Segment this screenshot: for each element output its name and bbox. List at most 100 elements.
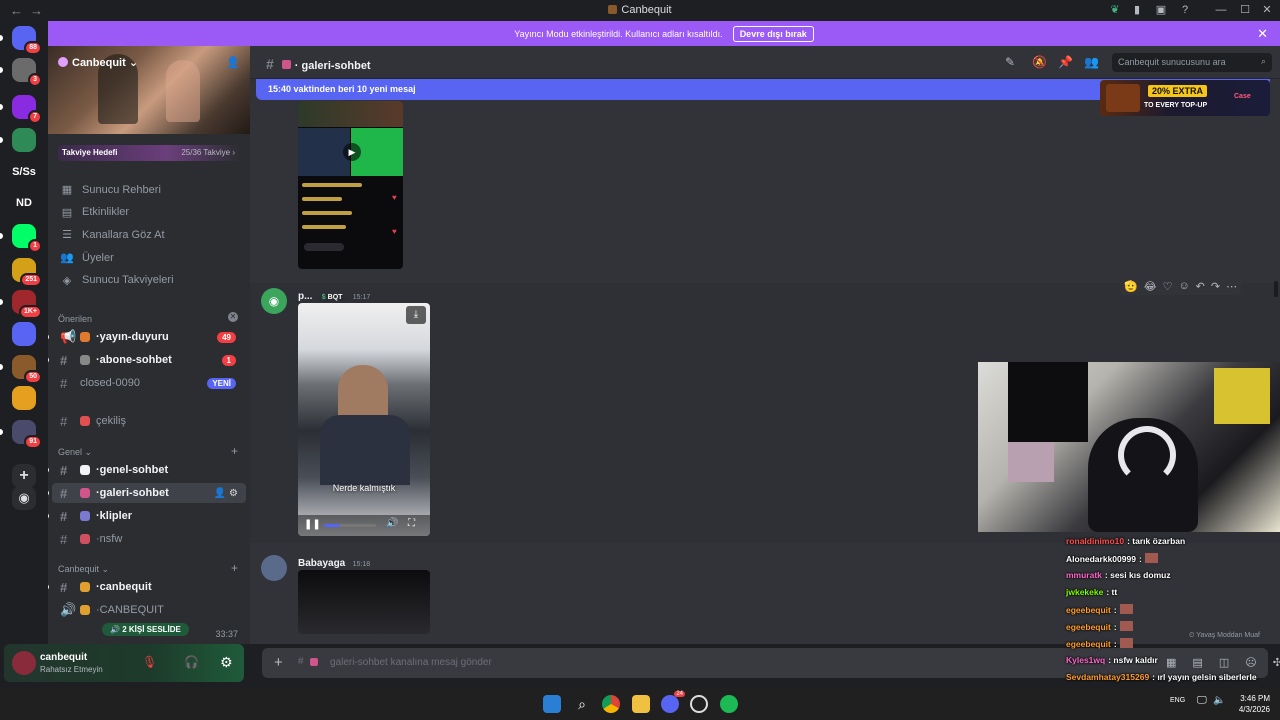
fullscreen-icon[interactable]: ⛶ — [408, 518, 415, 529]
file-explorer-icon[interactable] — [632, 695, 650, 713]
pause-icon[interactable]: ❚❚ — [304, 519, 321, 530]
add-reaction-icon[interactable]: ☺ — [1178, 280, 1189, 293]
channel-general[interactable]: # · nsfw — [52, 529, 246, 549]
volume-icon[interactable]: 🔊 — [386, 518, 398, 529]
maximize-icon[interactable]: ☐ — [1236, 2, 1254, 18]
voice-members-pill[interactable]: 🔊 2 KİŞİ SESLİDE — [102, 623, 189, 636]
guild-icon[interactable]: 3 — [12, 58, 42, 87]
reaction-laugh-icon[interactable]: 😂 — [1144, 280, 1157, 293]
guild-icon[interactable]: 50 — [12, 355, 42, 384]
inbox-icon[interactable]: ▣ — [1152, 2, 1170, 18]
avatar[interactable]: ◉ — [261, 288, 287, 314]
nitro-leaf-icon[interactable]: ❦ — [1106, 2, 1124, 18]
guild-icon[interactable]: S/Ss — [12, 160, 36, 184]
channel-suggested[interactable]: 📢 · yayın-duyuru 49 — [52, 327, 246, 347]
spotify-icon[interactable] — [720, 695, 738, 713]
mention-badge: 1 — [28, 239, 42, 253]
discover-icon[interactable]: ◉ — [12, 486, 36, 510]
add-channel-icon[interactable]: + — [231, 561, 238, 575]
server-menu-item[interactable]: 👥 Üyeler — [60, 251, 114, 265]
server-menu-item[interactable]: ☰ Kanallara Göz At — [60, 228, 165, 242]
unread-indicator — [48, 513, 49, 519]
more-options-icon[interactable]: ⋯ — [1226, 280, 1237, 293]
guild-icon[interactable] — [12, 322, 36, 346]
channel-suggested[interactable]: # · abone-sohbet 1 — [52, 350, 246, 370]
server-menu-item[interactable]: ▤ Etkinlikler — [60, 206, 129, 219]
forward-icon[interactable]: ↷ — [1211, 280, 1220, 293]
channel-canbequit[interactable]: # · canbequit — [52, 577, 246, 597]
guild-icon[interactable]: ND — [12, 191, 36, 215]
user-name[interactable]: canbequit — [40, 652, 87, 663]
boost-goal-bar[interactable]: Takviye Hedefi 25/36 Takviye › — [58, 145, 241, 161]
category-general[interactable]: Genel ⌄ — [58, 447, 92, 458]
message-author[interactable]: p... — [298, 291, 312, 302]
windows-start-icon[interactable] — [543, 695, 561, 713]
minimize-icon[interactable]: — — [1212, 2, 1230, 18]
video-progress-track[interactable] — [324, 524, 376, 527]
channel-general[interactable]: # · galeri-sohbet 👤 ⚙ — [52, 483, 246, 503]
mute-mic-icon[interactable]: 🎙 — [142, 655, 157, 669]
channel-canbequit[interactable]: 🔊 · CANBEQUIT — [52, 600, 246, 620]
close-banner-icon[interactable]: ✕ — [1257, 26, 1268, 42]
scrollbar-thumb[interactable] — [1274, 281, 1278, 297]
attach-plus-icon[interactable]: + — [274, 654, 283, 671]
obs-icon[interactable] — [690, 695, 708, 713]
channel-settings-icon[interactable]: 👤 ⚙ — [214, 488, 238, 499]
dismiss-suggested-icon[interactable]: ✕ — [228, 312, 238, 322]
image-attachment[interactable]: ▶ ♥ ♥ — [298, 101, 403, 269]
headphones-icon[interactable]: 🎧 — [184, 655, 199, 669]
reaction-salute-icon[interactable]: 🫡 — [1124, 280, 1138, 293]
pin-icon[interactable]: 📌 — [1058, 55, 1073, 69]
guild-label: ND — [16, 197, 32, 209]
video-attachment[interactable] — [298, 570, 430, 634]
guild-icon[interactable]: 1 — [12, 224, 42, 253]
guild-icon[interactable]: 91 — [12, 420, 42, 449]
add-channel-icon[interactable]: + — [231, 444, 238, 458]
chrome-icon[interactable] — [602, 695, 620, 713]
channel-suggested[interactable]: # closed-0090 YENİ — [52, 373, 246, 393]
close-window-icon[interactable]: ✕ — [1258, 2, 1276, 18]
guild-icon[interactable] — [12, 128, 36, 152]
help-icon[interactable]: ? — [1176, 2, 1194, 18]
guild-icon[interactable]: 251 — [12, 258, 42, 287]
download-icon[interactable]: ⤓ — [406, 306, 426, 324]
chat-text: : — [1113, 639, 1117, 649]
network-icon[interactable]: 🖵 — [1197, 695, 1207, 706]
disable-streamer-mode-button[interactable]: Devre dışı bırak — [732, 25, 814, 42]
message-author[interactable]: Babayaga — [298, 558, 345, 569]
server-name[interactable]: Canbequit ⌄ — [58, 56, 138, 69]
guild-icon[interactable]: 7 — [12, 95, 42, 124]
reaction-heart-icon[interactable]: ♡ — [1163, 280, 1173, 293]
invite-people-icon[interactable]: 👤 — [226, 56, 240, 69]
reply-icon[interactable]: ↶ — [1196, 280, 1205, 293]
threads-icon[interactable]: ✎ — [1005, 55, 1015, 69]
notifications-off-icon[interactable]: 🔕 — [1032, 55, 1047, 69]
language-indicator[interactable]: ENG — [1170, 697, 1185, 704]
category-canbequit[interactable]: Canbequit ⌄ — [58, 564, 109, 575]
server-menu-item[interactable]: ◈ Sunucu Takviyeleri — [60, 274, 174, 287]
system-clock[interactable]: 3:46 PM 4/3/2026 — [1239, 693, 1270, 715]
channel-general[interactable]: # · genel-sohbet — [52, 460, 246, 480]
bookmark-icon[interactable]: ▮ — [1128, 2, 1146, 18]
search-icon[interactable]: ⌕ — [573, 695, 591, 713]
discord-taskbar-icon[interactable]: 24 — [661, 691, 685, 713]
settings-gear-icon[interactable]: ⚙ — [220, 654, 233, 671]
guild-icon[interactable]: 1K+ — [12, 290, 42, 319]
input-placeholder: galeri-sohbet kanalına mesaj gönder — [330, 657, 492, 668]
avatar[interactable] — [261, 555, 287, 581]
members-list-icon[interactable]: 👥 — [1084, 55, 1099, 69]
server-menu-item[interactable]: ▦ Sunucu Rehberi — [60, 183, 161, 197]
ad-banner[interactable]: 20% EXTRA TO EVERY TOP-UP Case — [1100, 80, 1270, 116]
channel-general[interactable]: # · klipler — [52, 506, 246, 526]
avatar[interactable] — [12, 651, 36, 675]
video-attachment[interactable]: ⤓ Nerde kalmıştık ❚❚ 🔊 ⛶ — [298, 303, 430, 536]
guild-icon[interactable]: 88 — [12, 26, 42, 55]
play-icon[interactable]: ▶ — [343, 143, 361, 161]
category-suggested[interactable]: Önerilen — [58, 314, 92, 324]
channel-cekilis[interactable]: # çekiliş — [52, 411, 246, 431]
volume-icon[interactable]: 🔈 — [1213, 695, 1225, 706]
channel-label: abone-sohbet — [99, 354, 172, 366]
add-server-icon[interactable]: + — [12, 464, 36, 488]
guild-icon[interactable] — [12, 386, 36, 410]
search-input[interactable]: Canbequit sunucusunu ara ⌕ — [1112, 53, 1272, 72]
